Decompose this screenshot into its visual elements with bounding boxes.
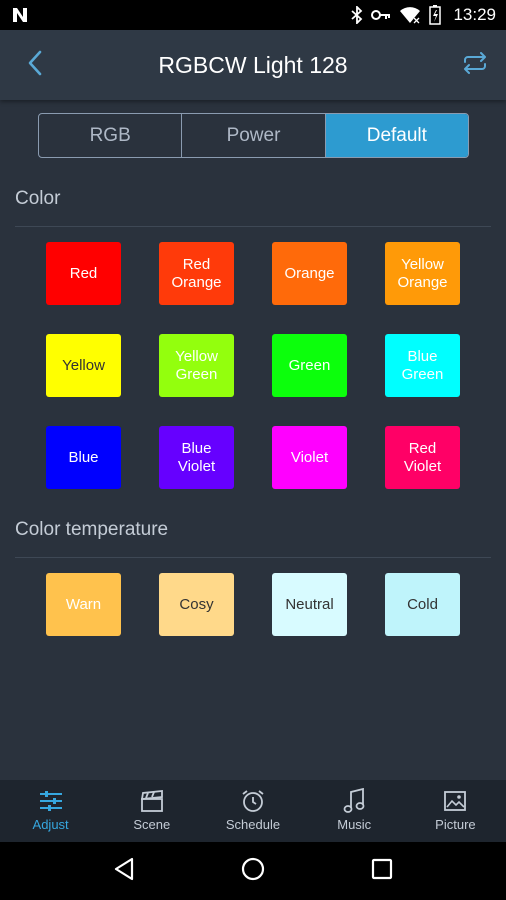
sync-button[interactable] xyxy=(458,50,492,80)
swatch-label: Green xyxy=(288,356,331,374)
temperature-section-title: Color temperature xyxy=(15,519,169,540)
swatch-orange[interactable]: Orange xyxy=(272,242,347,305)
sliders-icon xyxy=(39,788,63,814)
swatch-blue[interactable]: Blue xyxy=(46,426,121,489)
chevron-left-icon xyxy=(27,50,43,81)
image-icon xyxy=(443,788,467,814)
page-title: RGBCW Light 128 xyxy=(158,51,348,78)
swatch-red-orange[interactable]: Red Orange xyxy=(159,242,234,305)
swatch-label: Yellow Orange xyxy=(397,255,448,291)
segment-rgb[interactable]: RGB xyxy=(39,114,183,157)
swatch-label: Neutral xyxy=(285,595,334,613)
tab-picture-label: Picture xyxy=(435,817,476,832)
system-nav-bar xyxy=(0,842,506,900)
swatch-label: Blue Green xyxy=(401,347,444,383)
status-time: 13:29 xyxy=(453,5,496,24)
mode-segmented-control: RGB Power Default xyxy=(38,113,469,158)
n-logo-icon xyxy=(12,7,28,23)
back-button[interactable] xyxy=(18,48,52,82)
swatch-yellow[interactable]: Yellow xyxy=(46,334,121,397)
app-header: RGBCW Light 128 xyxy=(0,30,506,100)
square-recents-icon xyxy=(371,858,393,885)
divider xyxy=(15,226,491,227)
tab-music-label: Music xyxy=(337,817,372,832)
swatch-cosy[interactable]: Cosy xyxy=(159,573,234,636)
swatch-warn[interactable]: Warn xyxy=(46,573,121,636)
tab-picture[interactable]: Picture xyxy=(405,780,506,842)
swatch-blue-green[interactable]: Blue Green xyxy=(385,334,460,397)
alarm-clock-icon xyxy=(241,788,265,814)
swatch-label: Orange xyxy=(284,264,335,282)
tab-schedule-label: Schedule xyxy=(225,817,281,832)
segment-power[interactable]: Power xyxy=(182,114,326,157)
nav-recents-button[interactable] xyxy=(362,851,402,891)
swatch-label: Cosy xyxy=(179,595,214,613)
repeat-icon xyxy=(461,51,489,79)
status-bar: 13:29 xyxy=(0,0,506,30)
bottom-tab-bar: Adjust Scene Schedule Music Picture xyxy=(0,780,506,842)
tab-scene-label: Scene xyxy=(133,817,171,832)
swatch-red-violet[interactable]: Red Violet xyxy=(385,426,460,489)
bluetooth-icon xyxy=(351,6,363,24)
circle-home-icon xyxy=(241,857,265,886)
key-icon xyxy=(371,9,391,21)
swatch-blue-violet[interactable]: Blue Violet xyxy=(159,426,234,489)
swatch-label: Warn xyxy=(65,595,102,613)
nav-back-button[interactable] xyxy=(104,851,144,891)
swatch-label: Cold xyxy=(407,595,438,613)
swatch-violet[interactable]: Violet xyxy=(272,426,347,489)
swatch-label: Violet xyxy=(290,448,329,466)
segment-default[interactable]: Default xyxy=(325,114,468,157)
swatch-label: Red Orange xyxy=(171,255,222,291)
swatch-label: Red xyxy=(69,264,98,282)
tab-music[interactable]: Music xyxy=(304,780,405,842)
tab-adjust-label: Adjust xyxy=(32,817,69,832)
temperature-swatch-grid: Warn Cosy Neutral Cold xyxy=(46,573,460,636)
tab-schedule[interactable]: Schedule xyxy=(202,780,303,842)
swatch-yellow-green[interactable]: Yellow Green xyxy=(159,334,234,397)
swatch-label: Blue Violet xyxy=(177,439,216,475)
swatch-green[interactable]: Green xyxy=(272,334,347,397)
battery-icon xyxy=(429,5,442,25)
swatch-neutral[interactable]: Neutral xyxy=(272,573,347,636)
tab-adjust[interactable]: Adjust xyxy=(0,780,101,842)
swatch-label: Yellow xyxy=(62,356,105,374)
swatch-label: Blue xyxy=(68,448,99,466)
divider xyxy=(15,557,491,558)
swatch-yellow-orange[interactable]: Yellow Orange xyxy=(385,242,460,305)
nav-home-button[interactable] xyxy=(233,851,273,891)
music-note-icon xyxy=(343,788,365,814)
swatch-label: Red Violet xyxy=(403,439,442,475)
triangle-back-icon xyxy=(113,857,135,886)
color-swatch-grid: Red Red Orange Orange Yellow Orange Yell… xyxy=(46,242,460,489)
tab-scene[interactable]: Scene xyxy=(101,780,202,842)
wifi-icon xyxy=(399,6,421,24)
swatch-label: Yellow Green xyxy=(175,347,218,383)
color-section-title: Color xyxy=(15,188,61,209)
swatch-cold[interactable]: Cold xyxy=(385,573,460,636)
swatch-red[interactable]: Red xyxy=(46,242,121,305)
clapperboard-icon xyxy=(140,788,164,814)
